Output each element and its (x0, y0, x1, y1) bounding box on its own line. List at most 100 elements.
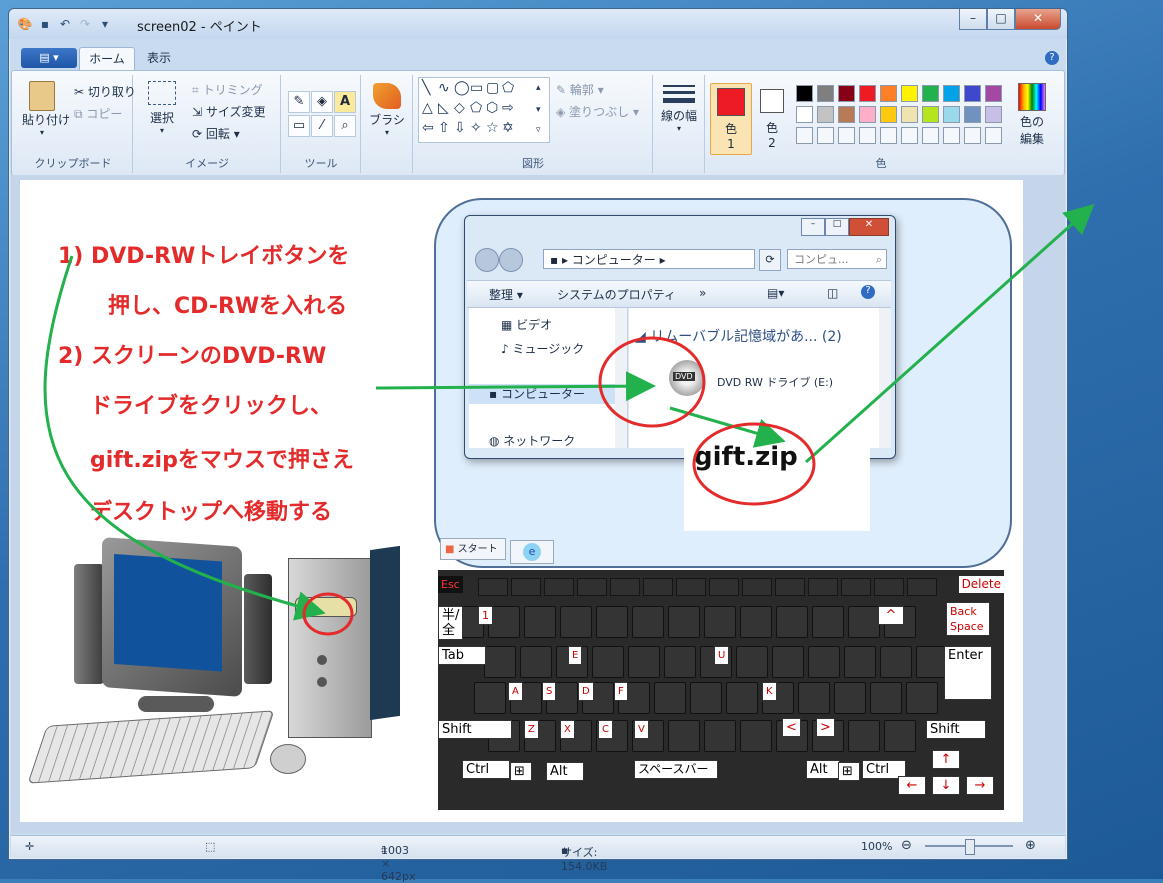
right-triangle-icon[interactable]: ◺ (438, 100, 449, 116)
hexagon-icon[interactable]: ⬡ (486, 100, 498, 116)
close-button[interactable]: ✕ (1015, 9, 1061, 30)
palette-swatch[interactable] (922, 85, 939, 102)
palette-swatch[interactable] (964, 106, 981, 123)
ie-taskbar-button[interactable]: e (510, 540, 554, 564)
expand-icon[interactable]: ▿ (536, 122, 541, 138)
removable-storage-header[interactable]: ◢ リムーバブル記憶域があ... (2) (635, 326, 842, 346)
copy-button[interactable]: ⧉ コピー (74, 105, 122, 122)
brush-button[interactable]: ブラシ ▾ (368, 83, 406, 137)
preview-pane-icon[interactable]: ◫ (827, 286, 838, 300)
star6-icon[interactable]: ✡ (502, 120, 514, 136)
drawing-canvas[interactable]: 1) DVD-RWトレイボタンを 押し、CD-RWを入れる 2) スクリーンのD… (20, 180, 1095, 822)
address-bar[interactable]: ▪ ▸ コンピューター ▸ (543, 249, 755, 269)
palette-swatch[interactable] (859, 85, 876, 102)
palette-swatch[interactable] (796, 85, 813, 102)
explorer-help-icon[interactable]: ? (861, 285, 875, 299)
tab-home[interactable]: ホーム (79, 47, 135, 70)
palette-empty-swatch[interactable] (817, 127, 834, 144)
palette-empty-swatch[interactable] (796, 127, 813, 144)
palette-swatch[interactable] (838, 106, 855, 123)
more-commands-button[interactable]: » (699, 286, 706, 300)
redo-icon[interactable]: ↷ (77, 16, 93, 32)
star5-icon[interactable]: ☆ (486, 120, 499, 136)
diamond-icon[interactable]: ◇ (454, 100, 465, 116)
size-button[interactable]: 線の幅 ▾ (658, 85, 700, 133)
scroll-down-icon[interactable]: ▾ (536, 102, 541, 118)
save-icon[interactable]: ▪ (37, 16, 53, 32)
magnifier-icon[interactable]: ⌕ (334, 115, 356, 137)
minimize-button[interactable]: – (959, 9, 987, 30)
rotate-button[interactable]: ⟳ 回転 ▾ (192, 125, 240, 142)
palette-swatch[interactable] (964, 85, 981, 102)
palette-swatch[interactable] (985, 106, 1002, 123)
palette-empty-swatch[interactable] (859, 127, 876, 144)
zoom-out-button[interactable]: ⊖ (901, 838, 912, 853)
dropdown-icon[interactable]: ▾ (97, 16, 113, 32)
palette-swatch[interactable] (859, 106, 876, 123)
dvd-drive-label[interactable]: DVD RW ドライブ (E:) (717, 374, 833, 390)
file-menu-button[interactable]: ▤ ▾ (21, 48, 77, 68)
zoom-slider-thumb[interactable] (965, 839, 975, 855)
palette-empty-swatch[interactable] (901, 127, 918, 144)
palette-swatch[interactable] (880, 106, 897, 123)
palette-swatch[interactable] (817, 106, 834, 123)
forward-button[interactable] (499, 248, 523, 272)
search-input[interactable]: コンピュ... ⌕ (787, 249, 887, 269)
eraser-icon[interactable]: ▭ (288, 115, 310, 137)
polygon-icon[interactable]: ⬠ (502, 80, 514, 96)
pentagon-icon[interactable]: ⬠ (470, 100, 482, 116)
palette-swatch[interactable] (880, 85, 897, 102)
fill-button[interactable]: ◈ 塗りつぶし ▾ (556, 103, 639, 120)
refresh-button[interactable]: ⟳ (759, 249, 781, 271)
arrow-right-shape-icon[interactable]: ⇨ (502, 100, 514, 116)
explorer-close-button[interactable]: ✕ (849, 218, 889, 236)
scroll-up-icon[interactable]: ▴ (536, 80, 541, 96)
system-properties-button[interactable]: システムのプロパティ (557, 286, 676, 303)
text-tool-icon[interactable]: A (334, 91, 356, 113)
resize-button[interactable]: ⇲ サイズ変更 (192, 103, 266, 120)
palette-swatch[interactable] (985, 85, 1002, 102)
palette-swatch[interactable] (901, 106, 918, 123)
crop-button[interactable]: ⌗ トリミング (192, 81, 263, 98)
arrow-up-shape-icon[interactable]: ⇧ (438, 120, 450, 136)
organize-button[interactable]: 整理 ▾ (489, 286, 523, 303)
select-button[interactable]: 選択 ▾ (142, 81, 182, 135)
line-icon[interactable]: ╲ (422, 80, 430, 96)
undo-icon[interactable]: ↶ (57, 16, 73, 32)
tab-view[interactable]: 表示 (139, 47, 179, 69)
palette-empty-swatch[interactable] (838, 127, 855, 144)
palette-empty-swatch[interactable] (964, 127, 981, 144)
nav-videos[interactable]: ▦ ビデオ (501, 316, 552, 333)
nav-computer[interactable]: ▪ コンピューター (469, 384, 617, 404)
palette-empty-swatch[interactable] (985, 127, 1002, 144)
edit-colors-button[interactable]: 色の 編集 (1012, 83, 1052, 147)
palette-swatch[interactable] (943, 85, 960, 102)
gift-zip-file[interactable]: gift.zip (694, 442, 798, 472)
explorer-maximize-button[interactable]: □ (825, 218, 849, 236)
explorer-minimize-button[interactable]: – (801, 218, 825, 236)
nav-music[interactable]: ♪ ミュージック (501, 340, 584, 357)
arrow-left-shape-icon[interactable]: ⇦ (422, 120, 434, 136)
rectangle-icon[interactable]: ▭ (470, 80, 483, 96)
palette-swatch[interactable] (838, 85, 855, 102)
cut-button[interactable]: ✂ 切り取り (74, 83, 136, 100)
nav-network[interactable]: ◍ ネットワーク (489, 432, 575, 449)
dvd-drive-icon[interactable]: DVD (669, 360, 705, 396)
nav-scrollbar[interactable] (615, 308, 627, 448)
palette-swatch[interactable] (943, 106, 960, 123)
help-icon[interactable]: ? (1045, 51, 1059, 65)
fill-bucket-icon[interactable]: ◈ (311, 91, 333, 113)
back-button[interactable] (475, 248, 499, 272)
maximize-button[interactable]: □ (987, 9, 1015, 30)
paste-button[interactable]: 貼り付け ▾ (22, 81, 70, 137)
color-picker-icon[interactable]: ⁄ (311, 115, 333, 137)
palette-empty-swatch[interactable] (922, 127, 939, 144)
color2-button[interactable]: 色 2 (752, 83, 792, 153)
arrow-down-shape-icon[interactable]: ⇩ (454, 120, 466, 136)
palette-empty-swatch[interactable] (943, 127, 960, 144)
palette-swatch[interactable] (901, 85, 918, 102)
zoom-slider[interactable] (925, 839, 1013, 855)
triangle-icon[interactable]: △ (422, 100, 433, 116)
star4-icon[interactable]: ✧ (470, 120, 482, 136)
rounded-rectangle-icon[interactable]: ▢ (486, 80, 499, 96)
